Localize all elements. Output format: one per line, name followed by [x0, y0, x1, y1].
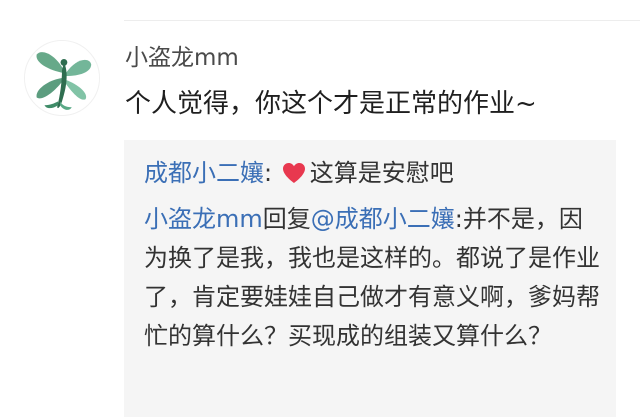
comment-thread: 小盗龙mm 个人觉得，你这个才是正常的作业~ 成都小二孃: 这算是安慰吧 小盗龙… [0, 0, 640, 417]
mention-link[interactable]: @成都小二孃 [311, 205, 455, 233]
heart-icon [282, 163, 305, 183]
comment-text: 个人觉得，你这个才是正常的作业~ [125, 89, 537, 119]
reply-author-link[interactable]: 成都小二孃 [144, 159, 264, 187]
dragonfly-icon [25, 41, 99, 115]
reply-separator: : [264, 159, 273, 187]
reply-text: 这算是安慰吧 [309, 159, 454, 187]
reply-separator: : [454, 205, 463, 233]
reply-item: 小盗龙mm回复@成都小二孃:并不是，因为换了是我，我也是这样的。都说了是作业了，… [144, 200, 602, 356]
comment-username[interactable]: 小盗龙mm [125, 43, 239, 73]
avatar[interactable] [24, 40, 100, 116]
divider [124, 20, 640, 21]
reply-item: 成都小二孃: 这算是安慰吧 [144, 155, 454, 191]
reply-box: 成都小二孃: 这算是安慰吧 小盗龙mm回复@成都小二孃:并不是，因为换了是我，我… [124, 140, 616, 417]
reply-author-link[interactable]: 小盗龙mm [144, 205, 263, 233]
reply-word: 回复 [262, 205, 311, 233]
